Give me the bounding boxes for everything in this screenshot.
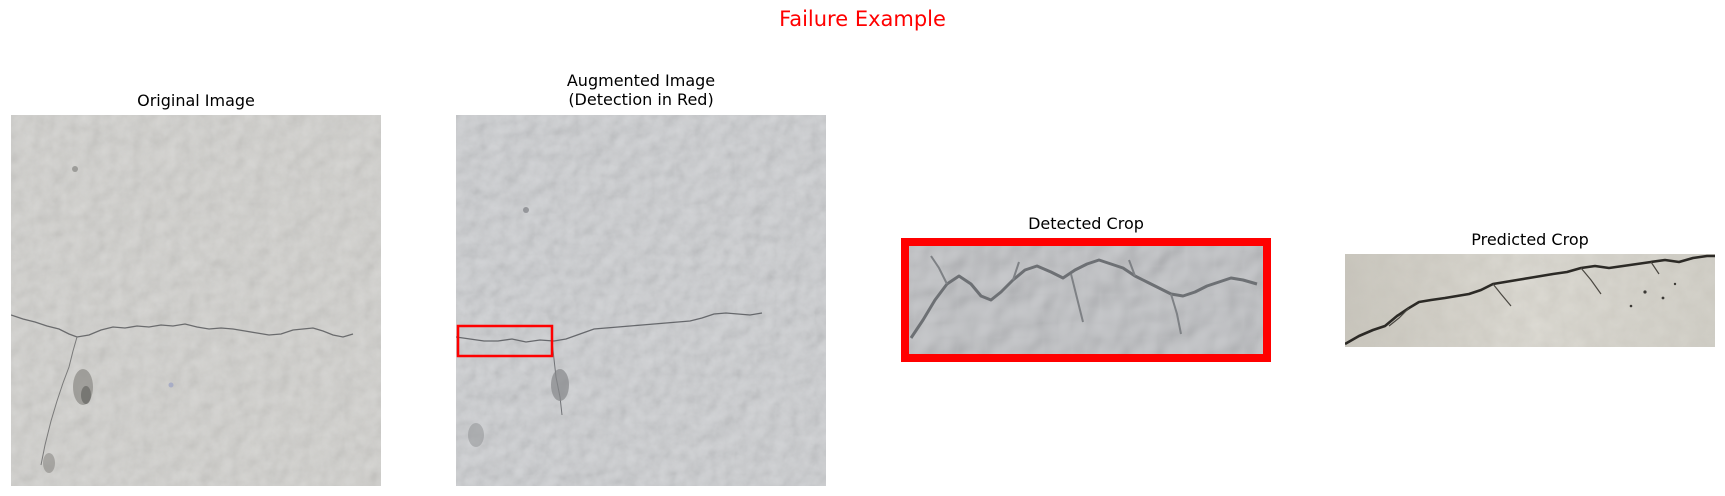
panel-title-original: Original Image bbox=[137, 91, 255, 110]
original-image bbox=[11, 115, 381, 486]
predicted-crop-image bbox=[1345, 254, 1715, 347]
panel-title-detected-crop: Detected Crop bbox=[1028, 214, 1144, 233]
panel-title-predicted-crop: Predicted Crop bbox=[1471, 230, 1589, 249]
figure-suptitle: Failure Example bbox=[779, 7, 946, 31]
augmented-image bbox=[456, 115, 826, 486]
detected-crop-image bbox=[901, 238, 1271, 362]
panel-title-augmented: Augmented Image (Detection in Red) bbox=[566, 71, 716, 109]
